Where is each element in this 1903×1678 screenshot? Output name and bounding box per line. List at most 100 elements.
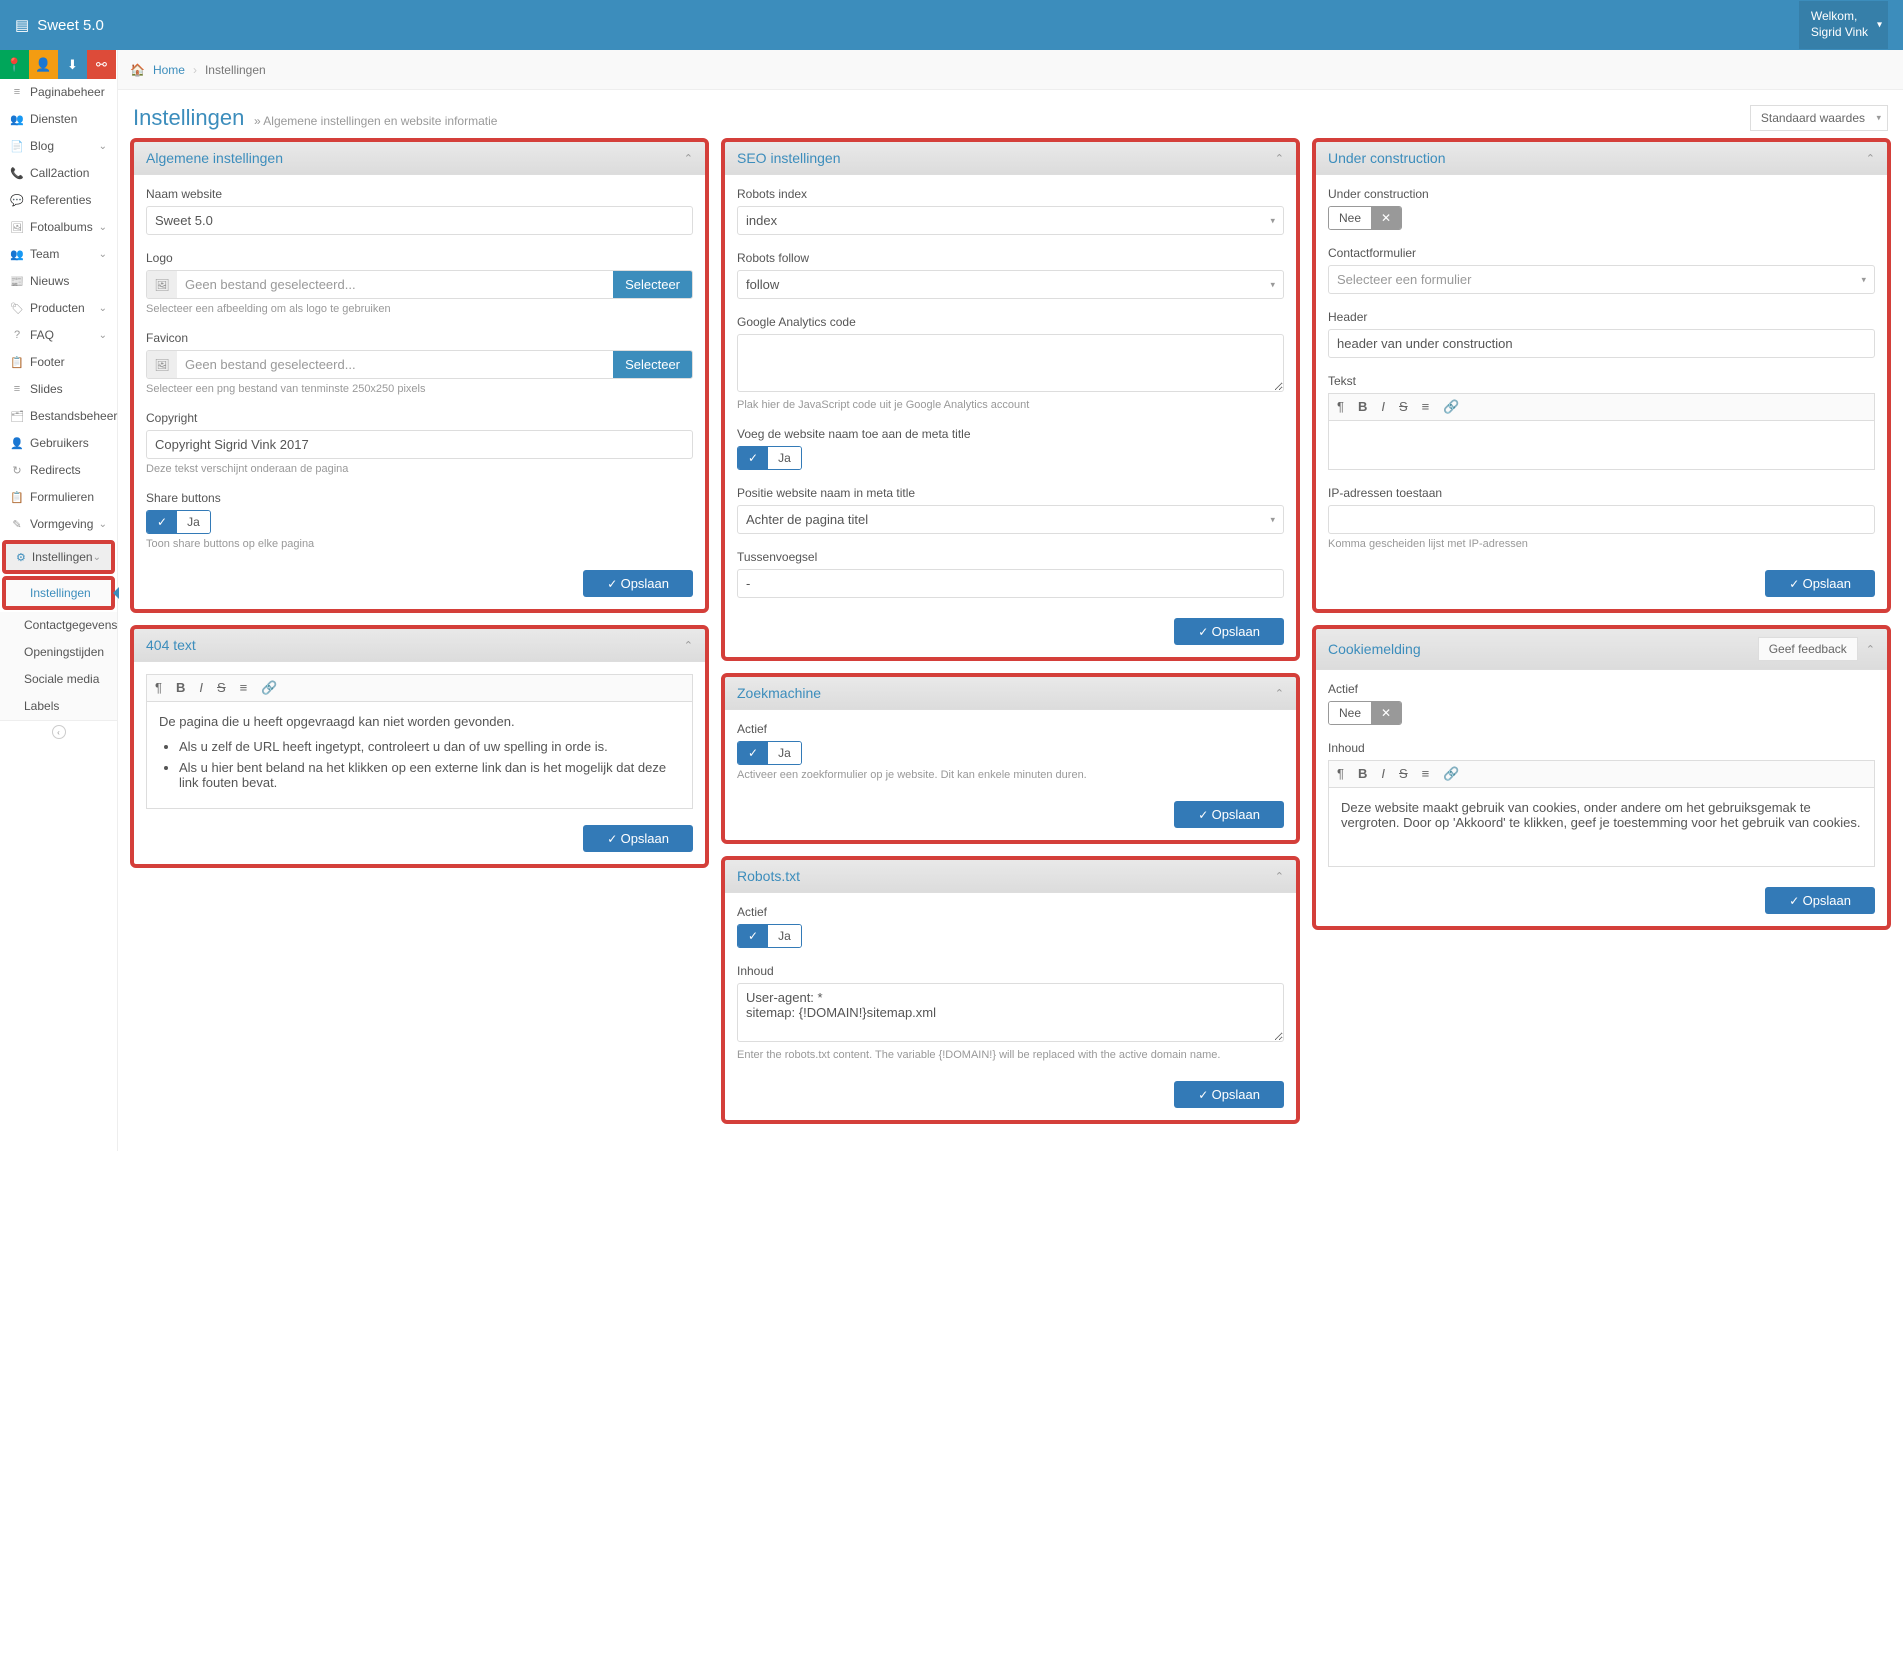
sidebar-item-diensten[interactable]: 👥Diensten — [0, 106, 117, 133]
save-button[interactable]: Opslaan — [1174, 1081, 1284, 1108]
italic-icon[interactable]: I — [199, 680, 203, 696]
editor-404[interactable]: De pagina die u heeft opgevraagd kan nie… — [146, 701, 693, 809]
save-button[interactable]: Opslaan — [1174, 801, 1284, 828]
strike-icon[interactable]: S — [1399, 399, 1408, 415]
home-icon: 🏠 — [130, 63, 145, 77]
menu-icon: ⚙ — [16, 551, 26, 564]
append-title-toggle[interactable]: ✓Ja — [737, 446, 802, 470]
collapse-icon[interactable]: ⌃ — [1866, 152, 1875, 165]
sidebar-quick-user[interactable]: 👤 — [29, 50, 58, 79]
cookie-active-toggle[interactable]: Nee✕ — [1328, 701, 1402, 725]
sidebar-item-referenties[interactable]: 💬Referenties — [0, 187, 117, 214]
sidebar-item-instellingen[interactable]: ⚙Instellingen⌄ — [2, 540, 115, 574]
robots-textarea[interactable] — [737, 983, 1284, 1042]
sidebar-subitem-labels[interactable]: Labels — [0, 693, 117, 720]
sidebar-subitem-sociale media[interactable]: Sociale media — [0, 666, 117, 693]
paragraph-icon[interactable]: ¶ — [155, 680, 162, 696]
bold-icon[interactable]: B — [176, 680, 185, 696]
contactform-select[interactable]: Selecteer een formulier — [1328, 265, 1875, 294]
website-name-input[interactable] — [146, 206, 693, 235]
link-icon[interactable]: 🔗 — [261, 680, 277, 696]
italic-icon[interactable]: I — [1381, 766, 1385, 782]
sidebar-item-bestandsbeheer[interactable]: 🗂Bestandsbeheer — [0, 403, 117, 430]
sidebar-item-vormgeving[interactable]: ✎Vormgeving⌄ — [0, 511, 117, 538]
sidebar-quick-location[interactable]: 📍 — [0, 50, 29, 79]
list-icon[interactable]: ≡ — [1422, 766, 1430, 782]
uc-toggle[interactable]: Nee✕ — [1328, 206, 1402, 230]
sidebar-item-redirects[interactable]: ↻Redirects — [0, 457, 117, 484]
sidebar-item-formulieren[interactable]: 📋Formulieren — [0, 484, 117, 511]
paragraph-icon[interactable]: ¶ — [1337, 399, 1344, 415]
logo-select-button[interactable]: Selecteer — [613, 271, 692, 298]
menu-icon: 💬 — [10, 194, 24, 207]
defaults-select[interactable]: Standaard waardes — [1750, 105, 1888, 131]
sidebar-item-team[interactable]: 👥Team⌄ — [0, 241, 117, 268]
save-button[interactable]: Opslaan — [583, 570, 693, 597]
sidebar-quick-download[interactable]: ⬇ — [58, 50, 87, 79]
logo-file-input[interactable]: 🖼 Geen bestand geselecteerd... Selecteer — [146, 270, 693, 299]
search-active-toggle[interactable]: ✓Ja — [737, 741, 802, 765]
sidebar-item-faq[interactable]: ?FAQ⌄ — [0, 322, 117, 349]
save-button[interactable]: Opslaan — [1765, 887, 1875, 914]
collapse-icon[interactable]: ⌃ — [1275, 152, 1284, 165]
sidebar-quick-share[interactable]: ⚯ — [87, 50, 116, 79]
feedback-button[interactable]: Geef feedback — [1758, 637, 1858, 661]
strike-icon[interactable]: S — [217, 680, 226, 696]
copyright-input[interactable] — [146, 430, 693, 459]
favicon-select-button[interactable]: Selecteer — [613, 351, 692, 378]
robots-index-select[interactable]: index — [737, 206, 1284, 235]
sidebar-item-paginabeheer[interactable]: ≡Paginabeheer — [0, 79, 117, 106]
menu-icon: 📰 — [10, 275, 24, 288]
sidebar-subitem-openingstijden[interactable]: Openingstijden — [0, 639, 117, 666]
sidebar-item-producten[interactable]: 🏷Producten⌄ — [0, 295, 117, 322]
paragraph-icon[interactable]: ¶ — [1337, 766, 1344, 782]
share-toggle[interactable]: ✓Ja — [146, 510, 211, 534]
breadcrumb-home[interactable]: Home — [153, 63, 185, 77]
link-icon[interactable]: 🔗 — [1443, 399, 1459, 415]
collapse-icon[interactable]: ⌃ — [1275, 870, 1284, 883]
sidebar-item-call2action[interactable]: 📞Call2action — [0, 160, 117, 187]
sidebar-subitem-instellingen[interactable]: Instellingen — [2, 576, 115, 610]
sidebar-item-footer[interactable]: 📋Footer — [0, 349, 117, 376]
ip-input[interactable] — [1328, 505, 1875, 534]
sidebar-item-gebruikers[interactable]: 👤Gebruikers — [0, 430, 117, 457]
list-icon[interactable]: ≡ — [240, 680, 248, 696]
save-button[interactable]: Opslaan — [583, 825, 693, 852]
bold-icon[interactable]: B — [1358, 399, 1367, 415]
collapse-icon[interactable]: ⌃ — [684, 152, 693, 165]
chevron-down-icon: ⌄ — [99, 249, 107, 260]
collapse-icon[interactable]: ⌃ — [1866, 643, 1875, 656]
strike-icon[interactable]: S — [1399, 766, 1408, 782]
collapse-icon[interactable]: ⌃ — [684, 639, 693, 652]
sidebar-item-fotoalbums[interactable]: 🖼Fotoalbums⌄ — [0, 214, 117, 241]
sidebar-subitem-contactgegevens[interactable]: Contactgegevens — [0, 612, 117, 639]
infix-input[interactable] — [737, 569, 1284, 598]
italic-icon[interactable]: I — [1381, 399, 1385, 415]
favicon-file-input[interactable]: 🖼 Geen bestand geselecteerd... Selecteer — [146, 350, 693, 379]
link-icon[interactable]: 🔗 — [1443, 766, 1459, 782]
bold-icon[interactable]: B — [1358, 766, 1367, 782]
menu-icon: 📞 — [10, 167, 24, 180]
menu-icon: 🗂 — [10, 410, 24, 423]
collapse-icon[interactable]: ⌃ — [1275, 687, 1284, 700]
sidebar-item-slides[interactable]: ≡Slides — [0, 376, 117, 403]
robots-active-toggle[interactable]: ✓Ja — [737, 924, 802, 948]
uc-editor[interactable] — [1328, 420, 1875, 470]
list-icon[interactable]: ≡ — [1422, 399, 1430, 415]
user-menu[interactable]: Welkom, Sigrid Vink — [1799, 1, 1888, 48]
breadcrumb: 🏠 Home › Instellingen — [130, 63, 266, 77]
save-button[interactable]: Opslaan — [1174, 618, 1284, 645]
editor-toolbar: ¶ B I S ≡ 🔗 — [146, 674, 693, 701]
ga-textarea[interactable] — [737, 334, 1284, 392]
sidebar-collapse[interactable]: ‹ — [0, 720, 117, 743]
cookie-editor[interactable]: Deze website maakt gebruik van cookies, … — [1328, 787, 1875, 867]
robots-follow-select[interactable]: follow — [737, 270, 1284, 299]
menu-icon: 📄 — [10, 140, 24, 153]
sidebar-item-nieuws[interactable]: 📰Nieuws — [0, 268, 117, 295]
uc-header-input[interactable] — [1328, 329, 1875, 358]
sidebar: 📍 👤 ⬇ ⚯ ≡Paginabeheer👥Diensten📄Blog⌄📞Cal… — [0, 50, 118, 1151]
title-position-select[interactable]: Achter de pagina titel — [737, 505, 1284, 534]
save-button[interactable]: Opslaan — [1765, 570, 1875, 597]
sidebar-item-blog[interactable]: 📄Blog⌄ — [0, 133, 117, 160]
panel-404: 404 text ⌃ ¶ B I S ≡ 🔗 De pa — [133, 628, 706, 865]
